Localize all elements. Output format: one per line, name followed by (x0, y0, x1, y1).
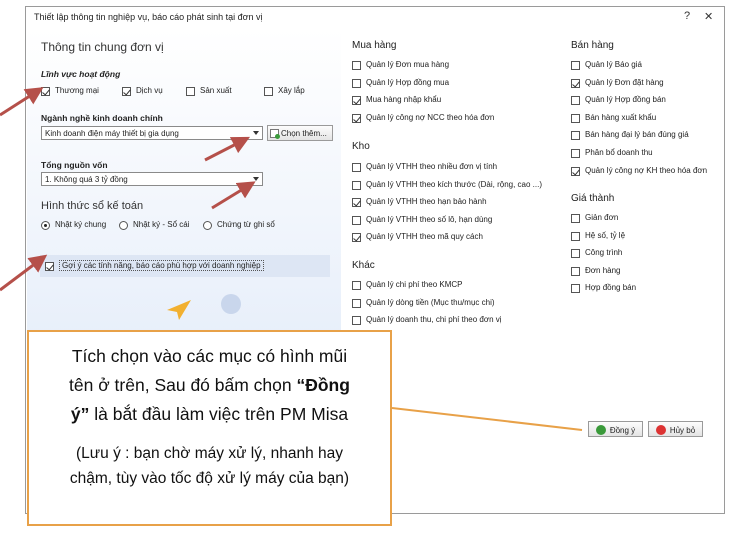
arrow-icon (0, 87, 44, 117)
callout-main: Tích chọn vào các mục có hình mũi tên ở … (29, 342, 390, 429)
arrow-icon (0, 254, 48, 292)
arrow-icon (211, 181, 256, 210)
callout-line2: tên ở trên, Sau đó bấm chọn (69, 375, 297, 395)
callout-pointer (391, 407, 583, 431)
callout-line1: Tích chọn vào các mục có hình mũi (71, 346, 348, 366)
callout-agree-quote: “Đồng (296, 375, 350, 395)
callout-line3: là bắt đầu làm việc trên PM Misa (89, 404, 349, 424)
instruction-callout: Tích chọn vào các mục có hình mũi tên ở … (27, 330, 392, 526)
callout-agree-quote-end: ý” (70, 404, 90, 424)
arrow-icon (204, 136, 251, 162)
callout-note-line1: (Lưu ý : bạn chờ máy xử lý, nhanh hay (76, 445, 343, 462)
callout-note-line2: chậm, tùy vào tốc độ xử lý máy của bạn) (69, 470, 350, 487)
callout-note: (Lưu ý : bạn chờ máy xử lý, nhanh hay ch… (29, 441, 390, 491)
